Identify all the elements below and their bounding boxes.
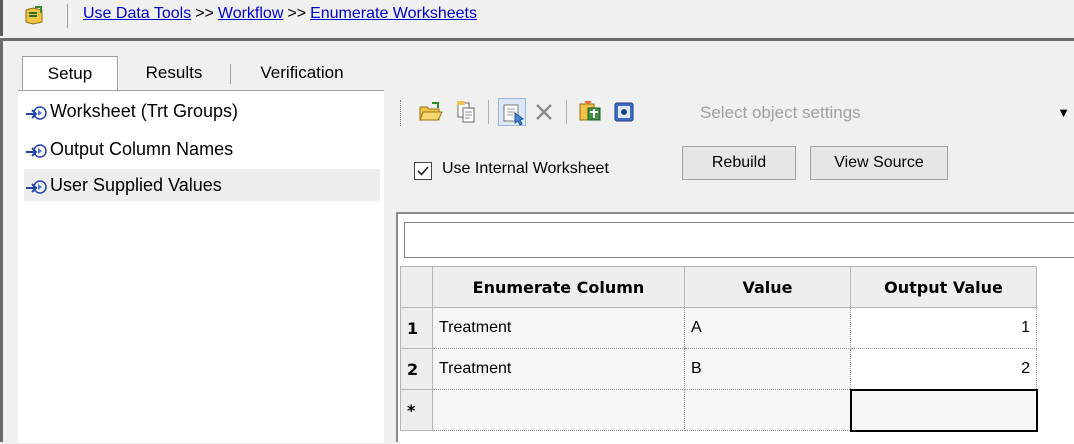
tab-divider	[230, 64, 231, 84]
tree-item-label: User Supplied Values	[50, 175, 222, 195]
table-row: 1 Treatment A 1	[400, 307, 1037, 349]
formula-bar[interactable]	[404, 222, 1074, 258]
cell-enumerate-column[interactable]: Treatment	[432, 307, 685, 349]
edit-icon[interactable]	[498, 98, 526, 126]
toolbar-separator	[488, 100, 489, 124]
selected-cell[interactable]	[849, 388, 1038, 432]
left-frame	[0, 38, 3, 442]
view-source-button[interactable]: View Source	[810, 146, 948, 180]
breadcrumb-workflow[interactable]: Workflow	[218, 5, 284, 22]
import-icon[interactable]	[576, 98, 604, 126]
cell-output-value[interactable]: 2	[850, 348, 1037, 390]
app-icon	[23, 4, 45, 26]
cell-value[interactable]: B	[684, 348, 851, 390]
node-icon	[24, 176, 48, 196]
panel-splitter[interactable]	[384, 90, 396, 442]
tree-item-output-column-names[interactable]: Output Column Names	[24, 133, 380, 165]
breadcrumb-separator: >>	[195, 5, 214, 22]
table-row: 2 Treatment B 2	[400, 348, 1037, 390]
cell-output-value[interactable]: 1	[850, 307, 1037, 349]
cell-value[interactable]	[684, 389, 851, 431]
toolbar-separator	[566, 100, 567, 124]
table-row-new: *	[400, 388, 1038, 432]
tab-results[interactable]: Results	[120, 56, 228, 90]
use-internal-worksheet-label: Use Internal Worksheet	[442, 160, 609, 177]
chevron-down-icon[interactable]: ▼	[1057, 98, 1070, 128]
node-icon	[24, 140, 48, 160]
cell-enumerate-column[interactable]: Treatment	[432, 348, 685, 390]
header-divider	[0, 38, 1074, 41]
toolbar-grip[interactable]	[400, 100, 403, 126]
table-header-row: Enumerate Column Value Output Value	[400, 266, 1037, 308]
select-placeholder: Select object settings	[700, 103, 861, 122]
breadcrumb-use-data-tools[interactable]: Use Data Tools	[83, 5, 191, 22]
cell-value[interactable]: A	[684, 307, 851, 349]
tree-panel: Worksheet (Trt Groups) Output Column Nam…	[18, 90, 384, 443]
object-settings-select[interactable]: Select object settings ▼	[696, 98, 1074, 128]
tree-item-user-supplied-values[interactable]: User Supplied Values	[24, 169, 380, 201]
node-icon	[24, 102, 48, 122]
data-grid: Enumerate Column Value Output Value 1 Tr…	[400, 266, 1074, 444]
tab-verification[interactable]: Verification	[232, 56, 372, 90]
tab-setup[interactable]: Setup	[22, 56, 118, 90]
cell-enumerate-column[interactable]	[432, 389, 685, 431]
rebuild-button[interactable]: Rebuild	[682, 146, 796, 180]
row-header[interactable]: 2	[400, 348, 433, 390]
breadcrumb-enumerate-worksheets[interactable]: Enumerate Worksheets	[310, 5, 477, 22]
corner-cell[interactable]	[400, 266, 433, 308]
open-folder-icon[interactable]	[416, 98, 444, 126]
values-table: Enumerate Column Value Output Value 1 Tr…	[400, 266, 1038, 432]
settings-panel: Select object settings ▼ Use Internal Wo…	[396, 90, 1074, 444]
breadcrumb-separator: >>	[287, 5, 307, 22]
new-row-marker[interactable]: *	[400, 389, 433, 431]
column-header-value[interactable]: Value	[684, 266, 851, 308]
grid-container: Enumerate Column Value Output Value 1 Tr…	[396, 212, 1074, 444]
tree-item-label: Worksheet (Trt Groups)	[50, 101, 239, 121]
settings-icon[interactable]	[610, 98, 638, 126]
breadcrumb: Use Data Tools >> Workflow >> Enumerate Work…	[83, 5, 477, 23]
toolbar-separator	[67, 4, 71, 28]
breadcrumb-bar: Use Data Tools >> Workflow >> Enumerate Work…	[0, 0, 1074, 36]
column-header-enumerate[interactable]: Enumerate Column	[432, 266, 685, 308]
use-internal-worksheet-checkbox[interactable]	[414, 162, 432, 180]
column-header-output-value[interactable]: Output Value	[850, 266, 1037, 308]
tree-item-label: Output Column Names	[50, 139, 234, 159]
tree-item-worksheet[interactable]: Worksheet (Trt Groups)	[24, 95, 380, 127]
delete-icon[interactable]	[530, 98, 558, 126]
copy-icon[interactable]	[452, 98, 480, 126]
row-header[interactable]: 1	[400, 307, 433, 349]
